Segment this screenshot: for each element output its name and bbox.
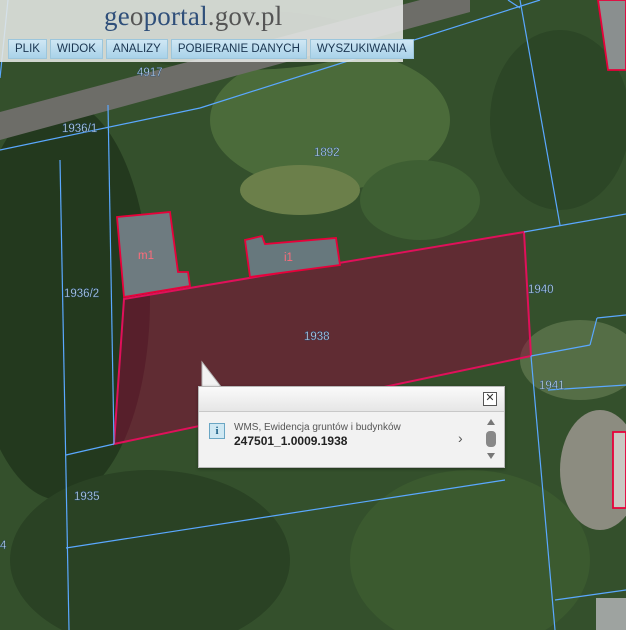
close-icon[interactable]: ✕ [483, 392, 497, 406]
building-label-i1: i1 [284, 252, 293, 264]
menu-pobieranie-danych[interactable]: POBIERANIE DANYCH [170, 39, 307, 59]
main-menu: PLIK WIDOK ANALIZY POBIERANIE DANYCH WYS… [8, 39, 414, 59]
geoportal-logo[interactable]: geoportal.gov.pl [104, 1, 282, 32]
app-header: geoportal.gov.pl PLIK WIDOK ANALIZY POBI… [0, 0, 414, 62]
menu-widok[interactable]: WIDOK [49, 39, 103, 59]
scroll-down-icon[interactable] [487, 453, 495, 459]
menu-analizy[interactable]: ANALIZY [105, 39, 168, 59]
parcel-label-1938: 1938 [304, 331, 330, 343]
feature-info-popup: ✕ i WMS, Ewidencja gruntów i budynków 24… [198, 386, 505, 468]
scroll-thumb[interactable] [486, 431, 496, 447]
menu-plik[interactable]: PLIK [8, 39, 47, 59]
parcel-label-1892: 1892 [314, 147, 340, 159]
building-label-m1: m1 [138, 250, 154, 262]
parcel-label-edge: 4 [0, 540, 7, 552]
parcel-label-4917: 4917 [137, 67, 163, 79]
popup-feature-id: 247501_1.0009.1938 [234, 434, 348, 448]
parcel-label-1936-1: 1936/1 [62, 123, 97, 135]
parcel-label-1941: 1941 [539, 380, 565, 392]
menu-wyszukiwania[interactable]: WYSZUKIWANIA [309, 39, 414, 59]
scroll-up-icon[interactable] [487, 419, 495, 425]
popup-layer-name: WMS, Ewidencja gruntów i budynków [234, 422, 401, 433]
map-canvas[interactable]: 4917 1936/1 1892 1936/2 1940 1938 1941 1… [0, 0, 626, 630]
popup-scrollbar[interactable] [484, 417, 498, 463]
parcel-label-1935: 1935 [74, 491, 100, 503]
info-icon: i [209, 423, 225, 439]
parcel-label-1936-2: 1936/2 [64, 288, 99, 300]
parcel-label-1940: 1940 [528, 284, 554, 296]
chevron-right-icon[interactable]: › [458, 430, 463, 446]
popup-titlebar: ✕ [199, 387, 504, 412]
